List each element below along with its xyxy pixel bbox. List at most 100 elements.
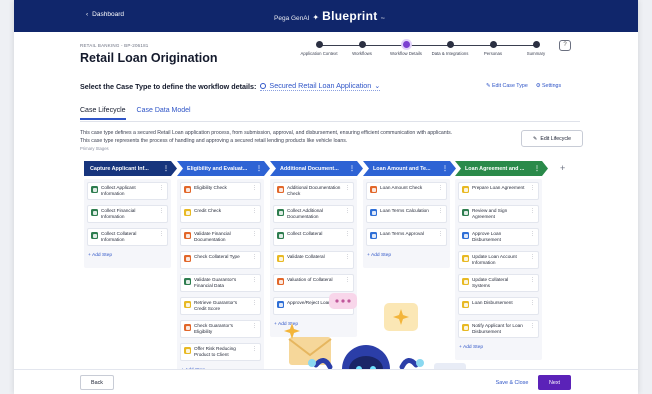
settings-link[interactable]: ⚙ Settings: [536, 83, 561, 89]
stage-header[interactable]: Additional Document... ⋮: [270, 161, 363, 176]
step-menu-icon[interactable]: ⋮: [438, 231, 443, 237]
add-step-link[interactable]: + Add Step: [459, 345, 483, 350]
back-button[interactable]: Back: [80, 375, 114, 390]
stage-menu-icon[interactable]: ⋮: [349, 165, 355, 172]
add-step-link[interactable]: + Add Step: [88, 253, 112, 258]
step-menu-icon[interactable]: ⋮: [530, 208, 535, 214]
step-card[interactable]: Loan Disbursement ⋮: [458, 297, 539, 315]
step-menu-icon[interactable]: ⋮: [530, 231, 535, 237]
approval-icon: [277, 301, 284, 308]
next-button[interactable]: Next: [538, 375, 571, 390]
form-icon: [462, 209, 469, 216]
step-menu-icon[interactable]: ⋮: [530, 277, 535, 283]
step-card[interactable]: Check Collateral Type ⋮: [180, 251, 261, 269]
add-step-label: Add Step: [91, 253, 113, 258]
stage-menu-icon[interactable]: ⋮: [256, 165, 262, 172]
step-card[interactable]: Collect Collateral ⋮: [273, 228, 354, 246]
stage-header[interactable]: Loan Agreement and ... ⋮: [455, 161, 548, 176]
step-card[interactable]: Eligibility Check ⋮: [180, 182, 261, 200]
step-workflow-details[interactable]: Workflow Details: [384, 41, 428, 56]
step-menu-icon[interactable]: ⋮: [159, 231, 164, 237]
stage-menu-icon[interactable]: ⋮: [442, 165, 448, 172]
step-card[interactable]: Additional Documentation Check ⋮: [273, 182, 354, 200]
chat-help-icon[interactable]: ?: [559, 40, 571, 51]
step-menu-icon[interactable]: ⋮: [345, 277, 350, 283]
step-card[interactable]: Retrieve Guarantor's Credit Score ⋮: [180, 297, 261, 315]
step-card[interactable]: Collect Applicant Information ⋮: [87, 182, 168, 200]
step-card[interactable]: Approve/Reject Loan ⋮: [273, 297, 354, 315]
step-menu-icon[interactable]: ⋮: [530, 185, 535, 191]
automation-icon: [277, 278, 284, 285]
add-stage-plus-icon[interactable]: +: [560, 163, 565, 173]
tab-case-data-model[interactable]: Case Data Model: [137, 107, 191, 120]
step-label: Collect Additional Documentation: [287, 208, 323, 219]
edit-lifecycle-button[interactable]: ✎ Edit Lifecycle: [521, 130, 583, 147]
step-menu-icon[interactable]: ⋮: [252, 277, 257, 283]
step-menu-icon[interactable]: ⋮: [530, 323, 535, 329]
step-card[interactable]: Update Loan Account Information ⋮: [458, 251, 539, 269]
step-menu-icon[interactable]: ⋮: [345, 208, 350, 214]
stage-header[interactable]: Capture Applicant Inf... ⋮: [84, 161, 177, 176]
step-menu-icon[interactable]: ⋮: [252, 323, 257, 329]
step-card[interactable]: Review and Sign Agreement ⋮: [458, 205, 539, 223]
save-close-button[interactable]: Save & Close: [492, 375, 532, 390]
stage-header[interactable]: Loan Amount and Te... ⋮: [363, 161, 456, 176]
form-icon: [91, 232, 98, 239]
step-menu-icon[interactable]: ⋮: [438, 185, 443, 191]
step-menu-icon[interactable]: ⋮: [252, 346, 257, 352]
add-step-link[interactable]: + Add Step: [274, 322, 298, 327]
step-application-context[interactable]: Application Context: [297, 41, 341, 56]
step-card[interactable]: Loan Terms Approval ⋮: [366, 228, 447, 246]
step-menu-icon[interactable]: ⋮: [252, 231, 257, 237]
step-card[interactable]: Approve Loan Disbursement ⋮: [458, 228, 539, 246]
tab-case-lifecycle[interactable]: Case Lifecycle: [80, 107, 126, 120]
case-type-value: Secured Retail Loan Application: [269, 81, 372, 90]
primary-stages-caption: Primary Stages: [80, 145, 109, 151]
case-type-select[interactable]: Secured Retail Loan Application ⌄: [260, 81, 381, 91]
step-card[interactable]: Validate Financial Documentation ⋮: [180, 228, 261, 246]
step-dot: [315, 41, 323, 48]
step-card[interactable]: Loan Amount Check ⋮: [366, 182, 447, 200]
step-label: Collect Applicant Information: [101, 185, 136, 196]
step-label: Retrieve Guarantor's Credit Score: [194, 300, 238, 311]
step-card[interactable]: Notify Applicant for Loan Disbursement ⋮: [458, 320, 539, 338]
step-menu-icon[interactable]: ⋮: [530, 254, 535, 260]
step-menu-icon[interactable]: ⋮: [159, 208, 164, 214]
step-menu-icon[interactable]: ⋮: [345, 254, 350, 260]
step-card[interactable]: Credit Check ⋮: [180, 205, 261, 223]
step-card[interactable]: Validate Collateral ⋮: [273, 251, 354, 269]
step-card[interactable]: Collect Additional Documentation ⋮: [273, 205, 354, 223]
step-menu-icon[interactable]: ⋮: [159, 185, 164, 191]
step-personas[interactable]: Personas: [471, 41, 515, 56]
step-menu-icon[interactable]: ⋮: [252, 254, 257, 260]
step-card[interactable]: Collect Collateral Information ⋮: [87, 228, 168, 246]
stage-menu-icon[interactable]: ⋮: [163, 165, 169, 172]
step-card[interactable]: Collect Financial Information ⋮: [87, 205, 168, 223]
step-menu-icon[interactable]: ⋮: [252, 208, 257, 214]
step-summary[interactable]: Summary: [514, 41, 558, 56]
step-menu-icon[interactable]: ⋮: [252, 185, 257, 191]
dashboard-back-link[interactable]: ‹ Dashboard: [86, 11, 124, 18]
step-workflows[interactable]: Workflows: [340, 41, 384, 56]
stage-menu-icon[interactable]: ⋮: [534, 165, 540, 172]
step-card[interactable]: Update Collateral Systems ⋮: [458, 274, 539, 292]
step-menu-icon[interactable]: ⋮: [438, 208, 443, 214]
step-menu-icon[interactable]: ⋮: [345, 185, 350, 191]
step-card[interactable]: Check Guarantor's Eligibility ⋮: [180, 320, 261, 338]
step-menu-icon[interactable]: ⋮: [530, 300, 535, 306]
step-card[interactable]: Validate Guarantor's Financial Data ⋮: [180, 274, 261, 292]
step-dot: [532, 41, 540, 48]
step-data-integrations[interactable]: Data & Integrations: [428, 41, 472, 56]
stage-header[interactable]: Eligibility and Evaluat... ⋮: [177, 161, 270, 176]
add-step-link[interactable]: + Add Step: [367, 253, 391, 258]
step-card[interactable]: Loan Terms Calculation ⋮: [366, 205, 447, 223]
step-card[interactable]: Valuation of Collateral ⋮: [273, 274, 354, 292]
step-menu-icon[interactable]: ⋮: [345, 231, 350, 237]
step-menu-icon[interactable]: ⋮: [252, 300, 257, 306]
case-type-prompt: Select the Case Type to define the workf…: [80, 81, 257, 91]
step-menu-icon[interactable]: ⋮: [345, 300, 350, 306]
decision-icon: [462, 186, 469, 193]
step-card[interactable]: Offer Risk Reducing Product to Client ⋮: [180, 343, 261, 361]
step-card[interactable]: Prepare Loan Agreement ⋮: [458, 182, 539, 200]
edit-case-type-link[interactable]: ✎ Edit Case Type: [486, 83, 528, 89]
